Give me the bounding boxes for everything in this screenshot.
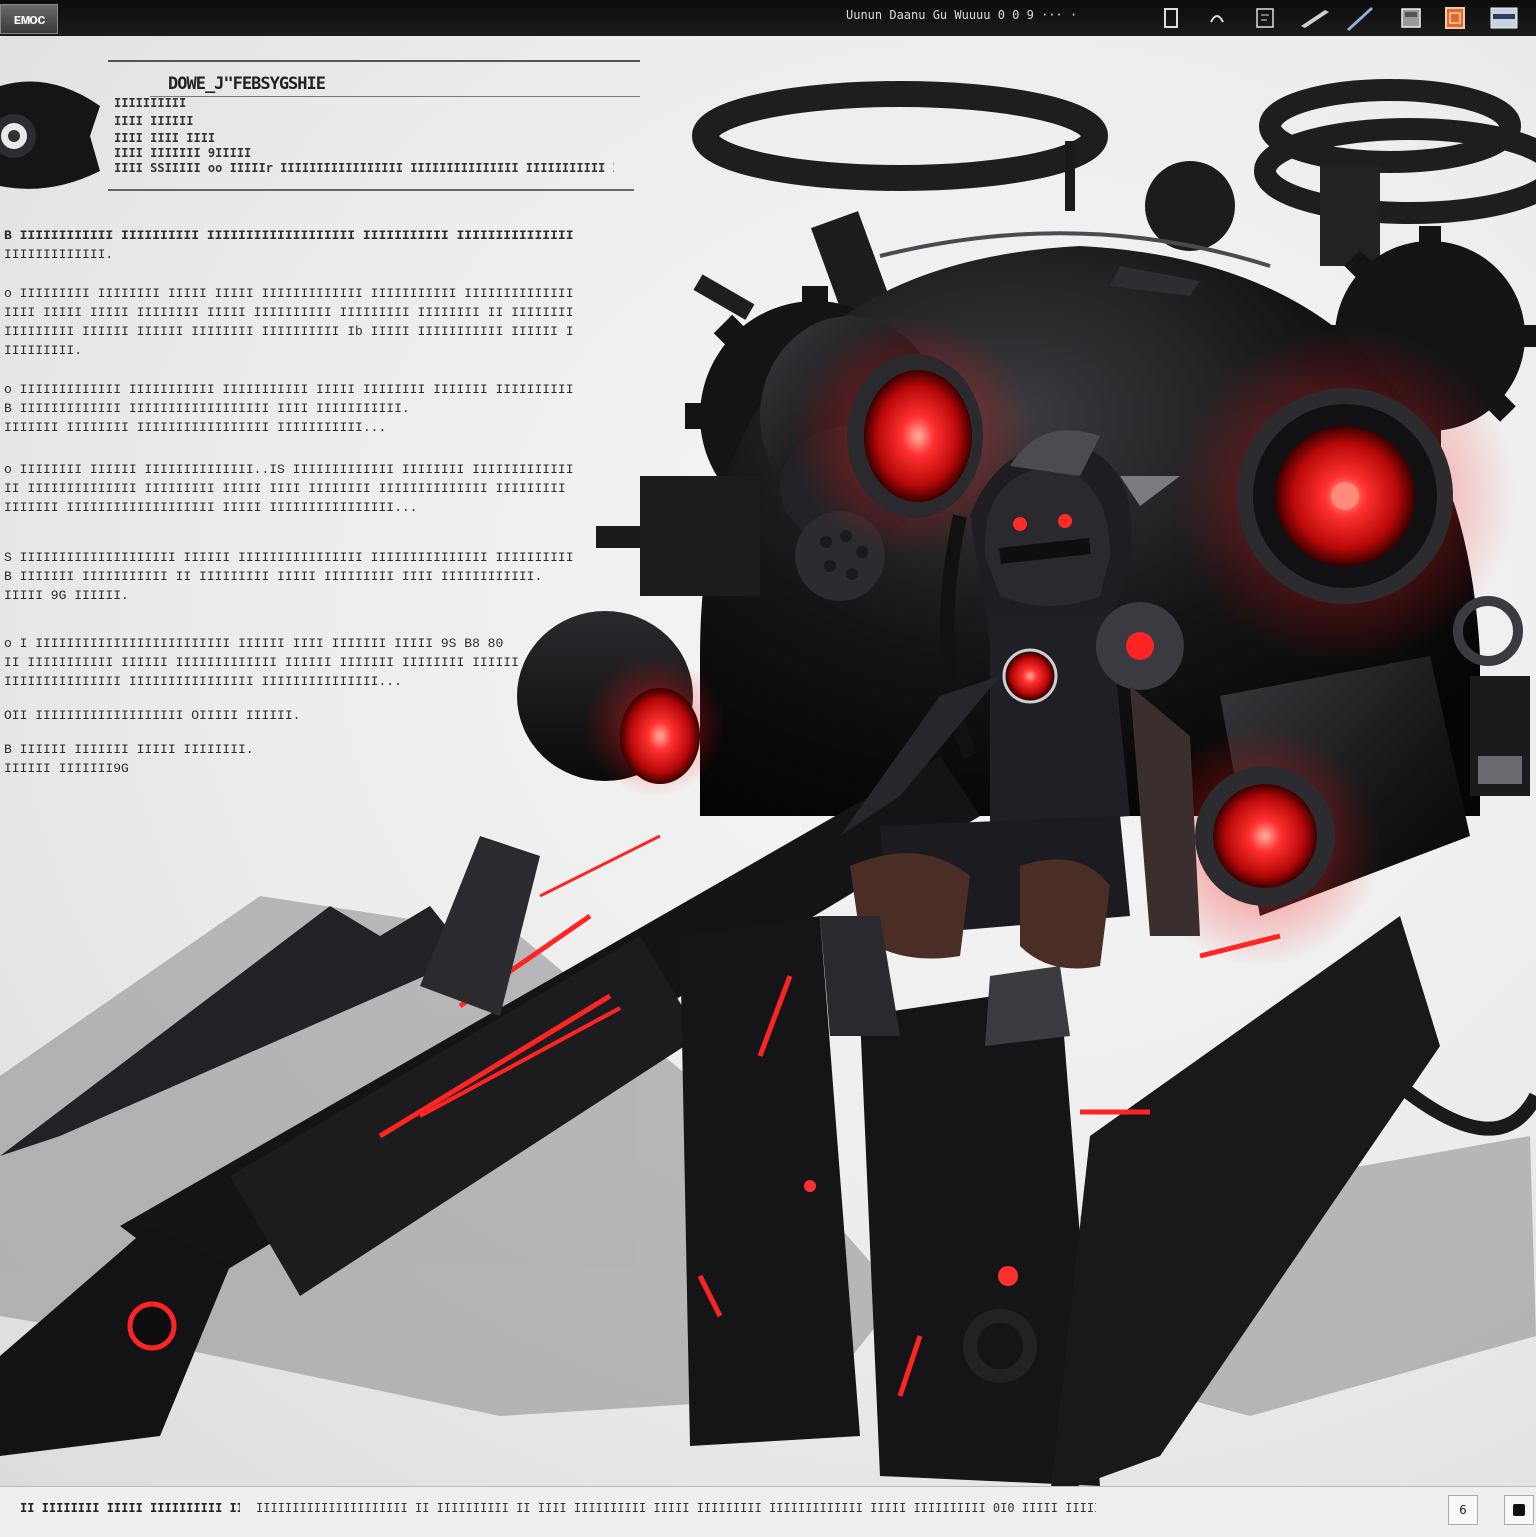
paragraph-line: B IIIIIIIIIIII IIIIIIIIII IIIIIIIIIIIIII… [4, 228, 574, 243]
page-button[interactable]: 6 [1448, 1495, 1478, 1525]
pen-icon[interactable] [1340, 6, 1376, 31]
paragraph: B IIIIIIIIIIII IIIIIIIIII IIIIIIIIIIIIII… [4, 226, 574, 264]
status-bar: II IIIIIIII IIIII IIIIIIIIII IIII | IIII… [0, 1486, 1536, 1537]
canvas: DOWE_J"FEBSYGSHIE IIIIIIIIII IIII IIIIII… [0, 36, 1536, 1486]
paragraph-line: B IIIIIIIIIIIII IIIIIIIIIIIIIIIIII IIII … [4, 401, 410, 416]
paragraph-line: o IIIIIIIIIIIII IIIIIIIIIII IIIIIIIIIII … [4, 382, 574, 397]
swatch-icon[interactable] [1398, 6, 1424, 30]
paragraph-line: IIIIIIIIIIIII. [4, 247, 114, 262]
paragraph-line: B IIIIIII IIIIIIIIIII II IIIIIIIII IIIII… [4, 569, 543, 584]
paragraph-line: IIIIIIIII. [4, 343, 83, 358]
emblem-icon [0, 81, 100, 189]
display-icon[interactable] [1488, 6, 1520, 30]
paragraph: o I IIIIIIIIIIIIIIIIIIIIIIIII IIIIII III… [4, 634, 574, 691]
spec-rule-bottom [108, 189, 634, 191]
paragraph: S IIIIIIIIIIIIIIIIIIII IIIIII IIIIIIIIII… [4, 548, 574, 605]
halo-rings [692, 79, 1536, 224]
paragraph: B IIIIII IIIIIII IIIII IIIIIIII. IIIIII … [4, 740, 574, 778]
paragraph-line: o IIIIIIII IIIIII IIIIIIIIIIIIII..IS III… [4, 462, 574, 477]
paragraph: OII IIIIIIIIIIIIIIIIIII OIIIII IIIIII. [4, 706, 574, 725]
paragraph-line: IIII IIIII IIIII IIIIIIII IIIII IIIIIIII… [4, 305, 574, 320]
frame-icon[interactable] [1252, 6, 1278, 30]
window-title: Uunun Daanu Gu Wuuuu 0 0 9 ··· · [846, 8, 1078, 22]
spec-line: IIII IIIIII [114, 114, 194, 128]
paragraph-line: S IIIIIIIIIIIIIIIIIIII IIIIII IIIIIIIIII… [4, 550, 574, 565]
status-text: IIIIIIIIIIIIIIIIIIIII II IIIIIIIIII II I… [256, 1501, 1096, 1515]
paragraph-line: IIIIIII IIIIIIII IIIIIIIIIIIIIIIII IIIII… [4, 420, 387, 435]
brush-icon[interactable] [1296, 6, 1332, 30]
spec-line: IIII IIIIIII 9IIIII [114, 146, 252, 160]
paragraph-line: IIIIIII IIIIIIIIIIIIIIIIIII IIIII IIIIII… [4, 500, 418, 515]
spec-line: IIII SSIIIII oo IIIIIr IIIIIIIIIIIIIIIII… [114, 161, 614, 175]
paragraph-line: IIIIII IIIIIII9G [4, 761, 129, 776]
paragraph-line: OII IIIIIIIIIIIIIIIIIII OIIIII IIIIII. [4, 708, 301, 723]
stop-icon[interactable] [1504, 1495, 1534, 1525]
paragraph: o IIIIIIIII IIIIIIII IIIII IIIII IIIIIII… [4, 284, 574, 360]
paragraph-line: o I IIIIIIIIIIIIIIIIIIIIIIIII IIIIII III… [4, 636, 504, 651]
spec-line: IIIIIIIIII [114, 96, 187, 110]
paragraph: o IIIIIIII IIIIII IIIIIIIIIIIIII..IS III… [4, 460, 574, 517]
paragraph-line: B IIIIII IIIIIII IIIII IIIIIIII. [4, 742, 254, 757]
paragraph-line: II IIIIIIIIIIIIII IIIIIIIII IIIII IIII I… [4, 481, 574, 496]
spec-rule-top [108, 60, 640, 62]
paragraph-line: IIIIIIIIIIIIIII IIIIIIIIIIIIIIII IIIIIII… [4, 674, 402, 689]
spec-title: DOWE_J"FEBSYGSHIE [168, 74, 326, 94]
color-swatch-icon[interactable] [1442, 6, 1468, 30]
title-bar: ᴇᴍᴏᴄ Uunun Daanu Gu Wuuuu 0 0 9 ··· · [0, 0, 1536, 37]
arc-icon[interactable] [1204, 6, 1230, 30]
blank-button[interactable] [1408, 1495, 1444, 1525]
panel-icon[interactable] [1158, 6, 1184, 30]
paragraph: o IIIIIIIIIIIII IIIIIIIIIII IIIIIIIIIII … [4, 380, 574, 437]
paragraph-line: IIIIIIIII IIIIII IIIIII IIIIIIII IIIIIII… [4, 324, 574, 339]
paragraph-line: IIIII 9G IIIIII. [4, 588, 129, 603]
paragraph-line: II IIIIIIIIIII IIIIII IIIIIIIIIIIII IIII… [4, 655, 519, 670]
spec-line: IIII IIII IIII [114, 131, 216, 145]
status-left: II IIIIIIII IIIII IIIIIIIIII IIII | [20, 1501, 240, 1515]
app-badge[interactable]: ᴇᴍᴏᴄ [0, 4, 58, 34]
paragraph-line: o IIIIIIIII IIIIIIII IIIII IIIII IIIIIII… [4, 286, 574, 301]
